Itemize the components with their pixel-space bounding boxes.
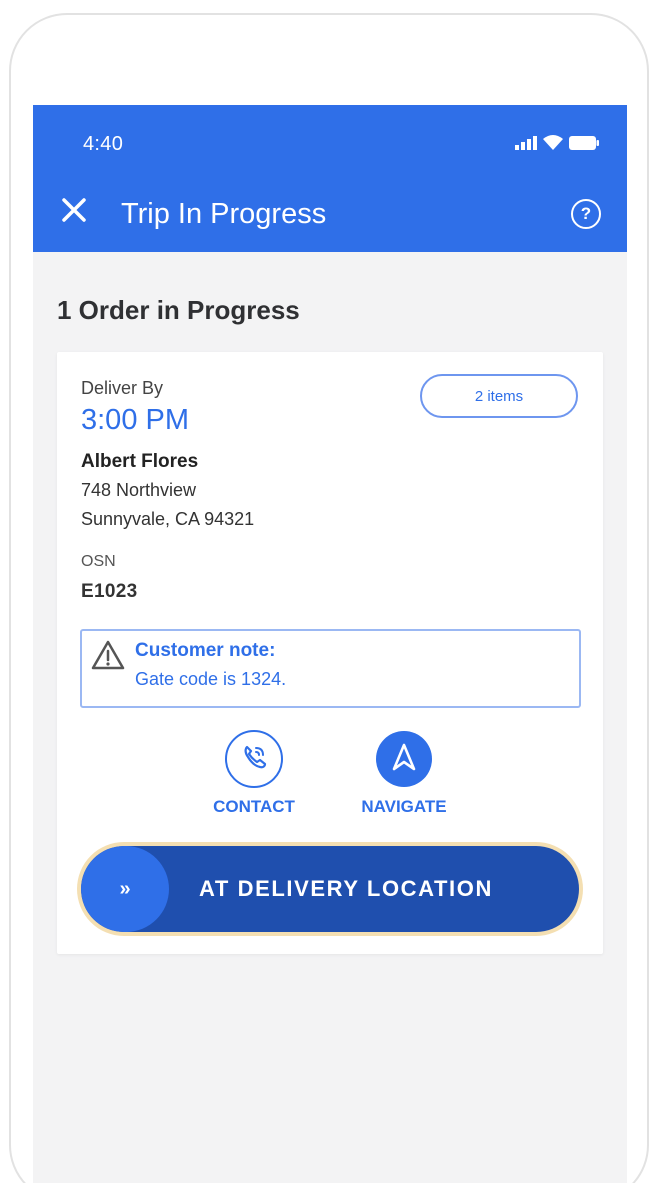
swipe-track-inner: » AT DELIVERY LOCATION [81,846,579,932]
orders-in-progress-title: 1 Order in Progress [57,295,300,325]
close-icon [61,197,87,228]
status-time: 4:40 [83,133,124,155]
address-line-1: 748 Northview [81,480,197,500]
order-card: Deliver By 3:00 PM 2 items Albert Flores… [57,352,603,954]
customer-name: Albert Flores [81,451,199,472]
help-icon: ? [580,204,592,223]
app-screen: 4:40 Trip In Progress ? 1 Order in Progr… [33,105,627,1183]
help-button[interactable]: ? [571,199,601,229]
wifi-icon [543,135,563,155]
app-bar: 4:40 Trip In Progress ? [33,105,627,252]
note-text: Gate code is 1324. [135,669,287,689]
close-button[interactable] [59,197,89,227]
customer-note: Customer note: Gate code is 1324. [80,629,581,708]
signal-icon [515,135,537,155]
battery-icon [569,135,599,155]
contact-button[interactable] [225,730,283,788]
items-badge-button[interactable]: 2 items [420,374,578,418]
warning-icon [90,639,126,671]
at-delivery-location-swipe-button[interactable]: » AT DELIVERY LOCATION [77,842,583,936]
osn-label: OSN [81,553,116,570]
deliver-by-label: Deliver By [81,378,164,398]
phone-icon [238,741,270,778]
osn-value: E1023 [81,581,138,602]
note-title: Customer note: [135,640,276,661]
contact-label[interactable]: CONTACT [197,797,311,817]
navigate-icon [389,742,419,777]
swipe-handle[interactable]: » [81,846,169,932]
chevron-double-right-icon: » [119,877,131,900]
page-title: Trip In Progress [121,198,327,230]
navigate-button[interactable] [376,731,432,787]
navigate-label[interactable]: NAVIGATE [343,797,465,817]
address-line-2: Sunnyvale, CA 94321 [81,509,255,529]
deliver-by-time: 3:00 PM [81,404,189,436]
status-icons [515,135,599,155]
swipe-label: AT DELIVERY LOCATION [199,876,493,901]
